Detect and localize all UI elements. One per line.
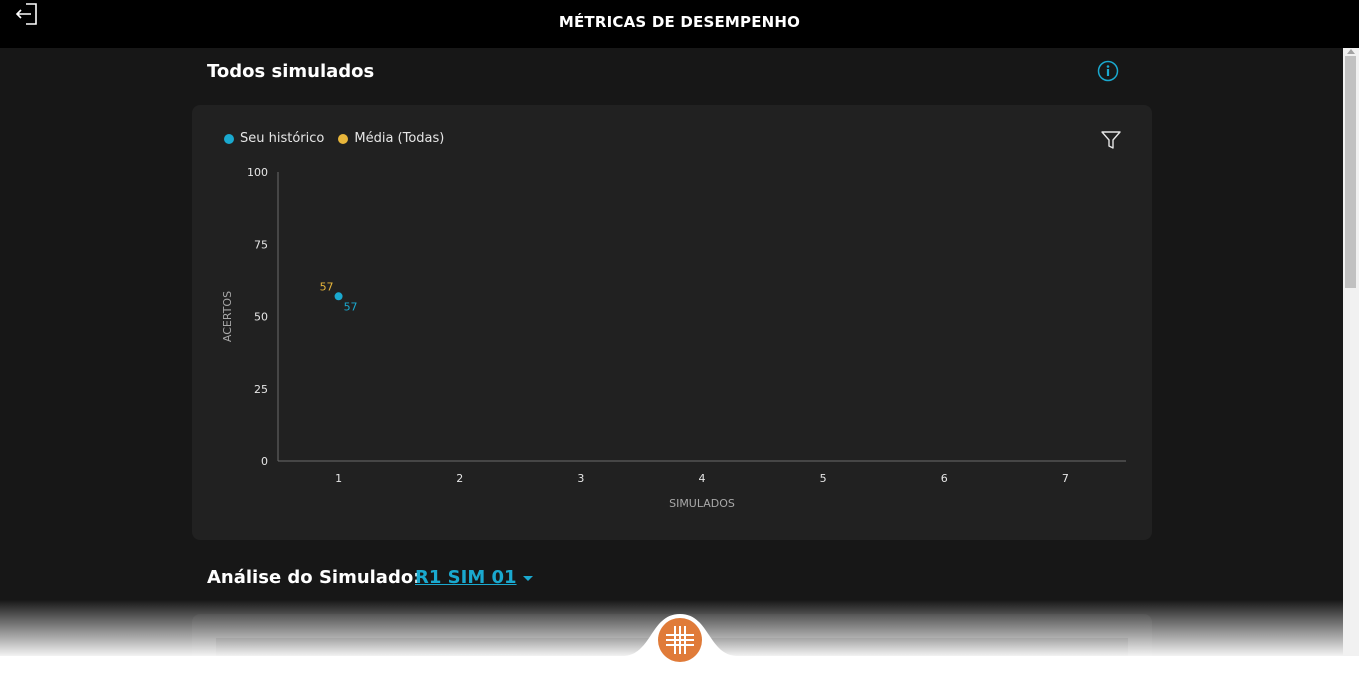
y-tick-label: 0 [261,455,268,468]
x-tick-label: 1 [335,472,342,485]
y-tick-label: 25 [254,383,268,396]
x-tick-label: 3 [577,472,584,485]
simulado-select[interactable]: R1 SIM 01 [415,567,517,588]
chart-plot: 0 25 50 75 100 1 2 3 4 5 6 7 SIMULADOS ACERTOS 57 57 [221,166,1126,510]
x-tick-label: 4 [699,472,706,485]
y-tick-label: 75 [254,238,268,251]
x-tick-label: 5 [820,472,827,485]
scrollbar-thumb[interactable] [1345,56,1356,288]
y-tick-label: 50 [254,311,268,324]
average-point-label: 57 [320,280,334,293]
scroll-up-arrow-icon[interactable] [1347,49,1355,54]
analysis-title: Análise do Simulado: [207,567,421,588]
y-axis-title: ACERTOS [221,291,234,342]
x-tick-label: 2 [456,472,463,485]
chevron-down-icon[interactable] [523,576,533,581]
y-tick-label: 100 [247,166,268,179]
history-point-label: 57 [344,300,358,313]
x-tick-label: 7 [1062,472,1069,485]
medical-cross-logo-icon[interactable] [656,616,704,664]
x-axis-title: SIMULADOS [669,497,735,510]
x-tick-label: 6 [941,472,948,485]
history-point [334,292,343,301]
